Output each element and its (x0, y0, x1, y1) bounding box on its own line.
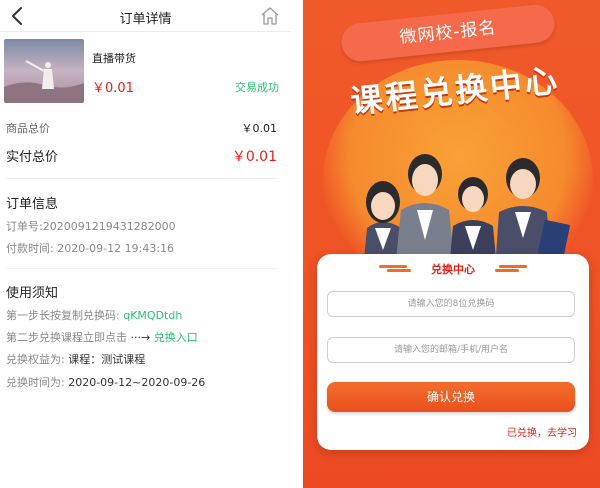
product-thumbnail (4, 39, 84, 103)
home-icon[interactable] (259, 5, 281, 27)
product-name: 直播带货 (92, 52, 136, 65)
divider (6, 268, 277, 269)
redeem-center-panel: 微网校-报名 课程兑换中心 兑换中心 请输入您的8位兑换码 请输入您的邮箱/手机… (303, 0, 600, 488)
nav-bar: 订单详情 (0, 0, 291, 32)
step2-label: 第二步兑换课程立即点击 (6, 331, 127, 344)
divider (6, 178, 277, 179)
product-card[interactable]: 直播带货 ￥0.01 交易成功 (4, 39, 287, 103)
page-title: 订单详情 (119, 12, 172, 27)
benefit-value: 课程：测试课程 (68, 353, 146, 366)
students-illustration (363, 154, 570, 270)
go-learn-link[interactable]: 已兑换，去学习 (507, 424, 577, 439)
paid-total-label: 实付总价 (6, 150, 59, 165)
redeem-time-row: 兑换时间为: 2020-09-12~2020-09-26 (6, 374, 205, 390)
goods-total-label: 商品总价 (6, 122, 50, 135)
arrow-icon: ···→ (130, 331, 151, 344)
redeem-form-card: 兑换中心 请输入您的8位兑换码 请输入您的邮箱/手机/用户名 确认兑换 已兑换，… (317, 254, 589, 450)
redeem-entry-link[interactable]: 兑换入口 (154, 331, 198, 344)
benefit-label: 兑换权益为: (6, 353, 65, 366)
pay-time-label: 付款时间: (6, 242, 54, 255)
redeem-time-value: 2020-09-12~2020-09-26 (68, 376, 206, 389)
order-info-title: 订单信息 (6, 197, 59, 212)
redeem-card-title: 兑换中心 (431, 263, 475, 276)
brand-pill-text: 微网校-报名 (398, 17, 498, 49)
paid-total-value: ￥0.01 (231, 149, 277, 165)
pay-time-value: 2020-09-12 19:43:16 (57, 242, 175, 255)
product-price: ￥0.01 (92, 81, 134, 96)
benefit-row: 兑换权益为: 课程：测试课程 (6, 351, 145, 367)
order-detail-panel: 订单详情 直播带货 ￥0.01 交易成功 商品总价 ￥0.01 实付总价 ￥0.… (0, 0, 291, 488)
confirm-redeem-button[interactable]: 确认兑换 (327, 382, 575, 412)
usage-notice-title: 使用须知 (6, 286, 59, 301)
brand-pill: 微网校-报名 (339, 2, 557, 64)
title-decoration-right (495, 265, 527, 272)
redeem-code[interactable]: qKMQDtdh (123, 309, 182, 322)
redeem-time-label: 兑换时间为: (6, 376, 65, 389)
step2-row: 第二步兑换课程立即点击 ···→ 兑换入口 (6, 329, 198, 345)
pay-time-row: 付款时间: 2020-09-12 19:43:16 (6, 240, 174, 256)
step1-row: 第一步长按复制兑换码: qKMQDtdh (6, 307, 182, 323)
step1-label: 第一步长按复制兑换码: (6, 309, 120, 322)
redeem-code-input[interactable]: 请输入您的8位兑换码 (327, 291, 575, 317)
account-input[interactable]: 请输入您的邮箱/手机/用户名 (327, 337, 575, 363)
order-status: 交易成功 (235, 81, 279, 94)
order-number: 订单号:2020091219431282000 (6, 220, 176, 233)
goods-total-value: ￥0.01 (241, 122, 278, 135)
